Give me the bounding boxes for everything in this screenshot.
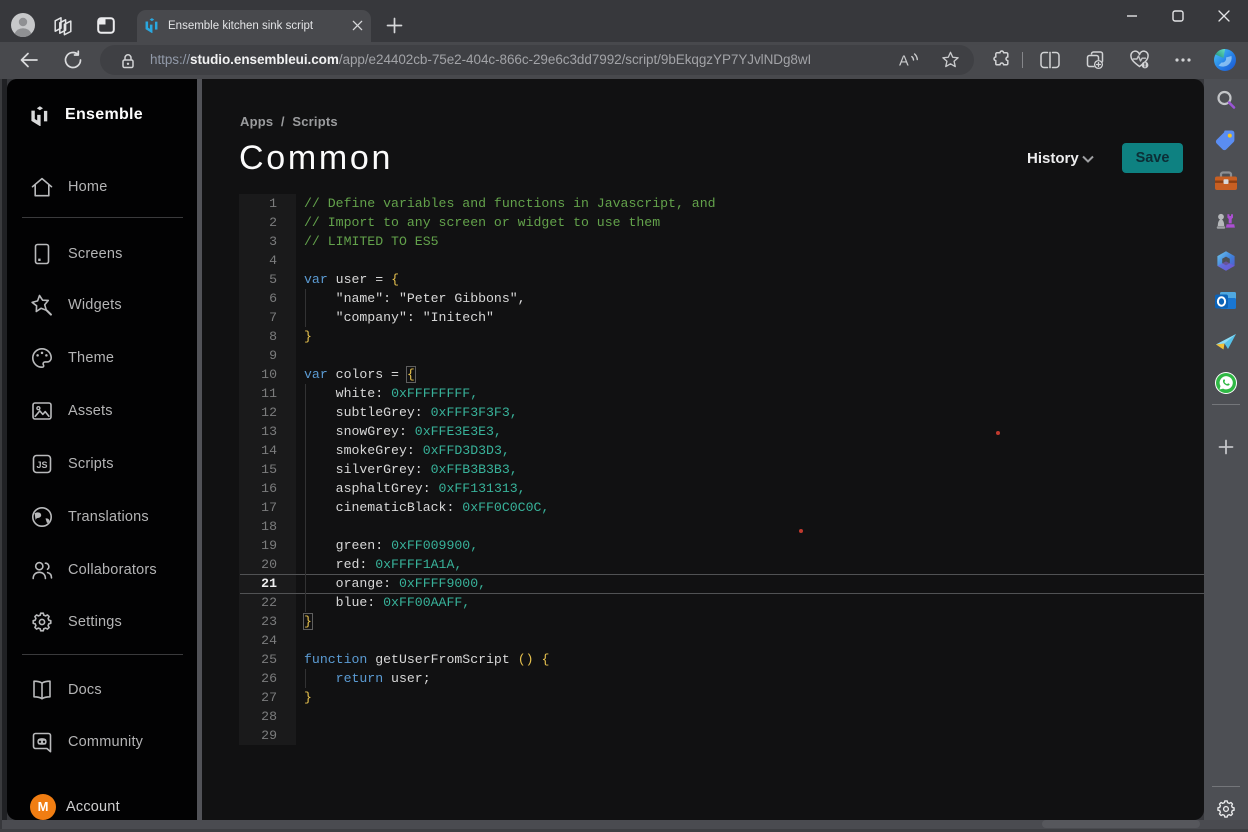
- svg-text:JS: JS: [36, 460, 47, 470]
- svg-text:A: A: [899, 54, 909, 70]
